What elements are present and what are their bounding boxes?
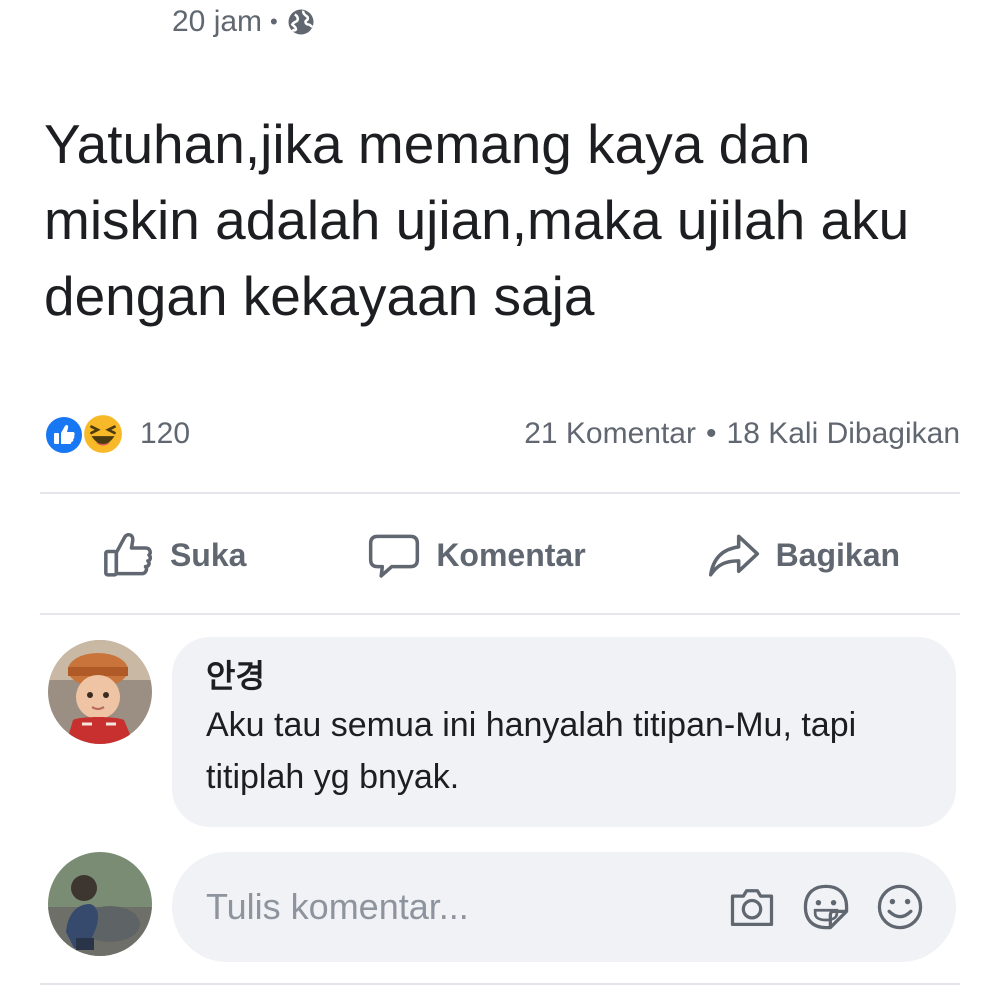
comment-bubble: 안경 Aku tau semua ini hanyalah titipan-Mu…	[172, 637, 956, 827]
divider	[40, 492, 960, 494]
like-label: Suka	[169, 536, 247, 573]
divider	[40, 983, 960, 985]
comment-label: Komentar	[436, 536, 586, 573]
reaction-count: 120	[140, 417, 191, 450]
camera-icon[interactable]	[726, 881, 778, 933]
thumbs-up-icon	[104, 532, 152, 577]
post-meta: 20 jam •	[172, 2, 316, 42]
user-photo-avatar-icon	[48, 852, 152, 956]
child-photo-avatar-icon	[48, 640, 152, 744]
comment-composer	[172, 852, 956, 962]
comment-share-stats: 21 Komentar • 18 Kali Dibagikan	[524, 417, 960, 451]
post-stats: 120 21 Komentar • 18 Kali Dibagikan	[40, 408, 960, 460]
share-arrow-icon	[708, 534, 759, 577]
comment-text: Aku tau semua ini hanyalah titipan-Mu, t…	[206, 706, 857, 796]
stats-separator: •	[706, 417, 717, 450]
emoji-icon[interactable]	[874, 881, 926, 933]
share-button[interactable]: Bagikan	[706, 527, 900, 583]
reaction-icons	[40, 411, 136, 457]
share-count-link[interactable]: 18 Kali Dibagikan	[727, 417, 960, 451]
comment-button[interactable]: Komentar	[366, 527, 586, 583]
divider	[40, 613, 960, 615]
composer-icons	[726, 881, 926, 933]
globe-icon	[286, 7, 316, 37]
commenter-avatar[interactable]	[48, 640, 152, 744]
like-reaction-icon	[44, 415, 84, 455]
post-actions: Suka Komentar Bagikan	[40, 520, 960, 590]
share-label: Bagikan	[775, 536, 901, 573]
current-user-avatar[interactable]	[48, 852, 152, 956]
like-button[interactable]: Suka	[100, 527, 246, 583]
comment-bubble-icon	[369, 534, 420, 578]
comment-count-link[interactable]: 21 Komentar	[524, 417, 696, 451]
meta-separator: •	[270, 9, 278, 34]
reactions-summary[interactable]: 120	[40, 411, 190, 457]
comment-author[interactable]: 안경	[206, 653, 922, 699]
post-text: Yatuhan,jika memang kaya dan miskin adal…	[44, 113, 910, 327]
comment-input[interactable]	[204, 885, 688, 929]
post-timestamp[interactable]: 20 jam	[172, 5, 262, 39]
haha-reaction-icon	[82, 413, 124, 455]
sticker-icon[interactable]	[800, 881, 852, 933]
